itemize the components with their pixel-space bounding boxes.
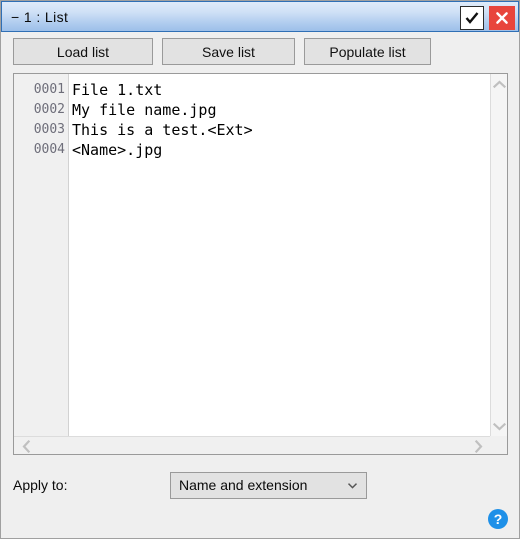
chevron-up-icon [493,80,506,89]
help-button[interactable]: ? [488,509,508,529]
apply-to-label: Apply to: [13,477,68,493]
save-list-button[interactable]: Save list [162,38,295,65]
list-toolbar: Load list Save list Populate list [1,32,519,65]
line-number-gutter: 0001 0002 0003 0004 [14,74,69,436]
scroll-down-button[interactable] [491,418,507,434]
scroll-left-button[interactable] [18,437,34,454]
load-list-button[interactable]: Load list [13,38,153,65]
editor-line: My file name.jpg [72,101,217,119]
list-dialog-window: − 1 : List Load list Save list Populate … [0,0,520,539]
populate-list-button[interactable]: Populate list [304,38,431,65]
apply-to-dropdown[interactable]: Name and extension [170,471,367,499]
editor-line: This is a test.<Ext> [72,121,253,139]
scroll-up-button[interactable] [491,76,507,92]
close-x-icon [494,10,510,26]
confirm-button[interactable] [460,5,484,30]
line-number: 0001 [33,82,65,97]
question-mark-icon: ? [493,511,503,527]
apply-to-value: Name and extension [179,477,308,493]
scroll-right-button[interactable] [470,437,486,454]
editor-text-area[interactable]: File 1.txt My file name.jpg This is a te… [69,74,490,436]
vertical-scrollbar[interactable] [490,74,507,436]
line-number: 0004 [33,142,65,157]
title-bar: − 1 : List [1,1,519,32]
chevron-left-icon [22,439,31,453]
horizontal-scrollbar[interactable] [14,436,490,454]
chevron-down-icon [346,473,359,498]
list-editor: 0001 0002 0003 0004 File 1.txt My file n… [13,73,508,455]
editor-line: <Name>.jpg [72,141,163,159]
editor-line: File 1.txt [72,81,163,99]
window-controls [460,2,515,33]
editor-body[interactable]: 0001 0002 0003 0004 File 1.txt My file n… [14,74,490,436]
scrollbar-corner [490,436,507,454]
checkmark-icon [464,10,480,26]
window-title: − 1 : List [11,8,69,25]
line-number: 0002 [33,102,65,117]
apply-to-row: Apply to: Name and extension [1,471,519,499]
close-button[interactable] [489,5,515,30]
chevron-down-icon [493,422,506,431]
chevron-right-icon [474,439,483,453]
line-number: 0003 [33,122,65,137]
